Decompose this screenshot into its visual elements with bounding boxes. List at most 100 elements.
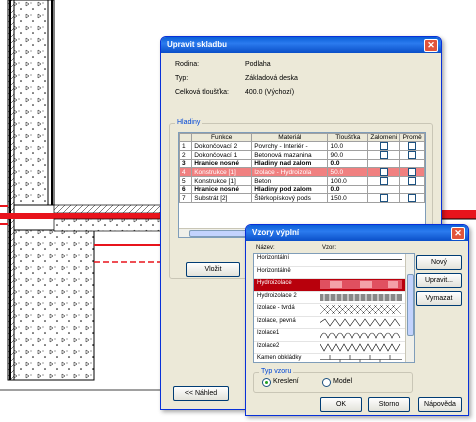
list-item[interactable]: Izolace1 bbox=[254, 329, 414, 342]
close-icon[interactable]: ✕ bbox=[451, 227, 465, 240]
cell-thickness[interactable]: 150.0 bbox=[327, 193, 369, 203]
dialog-titlebar[interactable]: Vzory výplní ✕ bbox=[246, 225, 468, 241]
pattern-name: Horizontálně bbox=[257, 267, 291, 274]
list-item[interactable]: Hydroizolace 2 bbox=[254, 292, 414, 304]
row-num: 3 bbox=[179, 159, 193, 168]
wrap-checkbox[interactable] bbox=[379, 142, 388, 150]
cell-thickness[interactable]: 0.0 bbox=[327, 185, 369, 194]
wrap-checkbox[interactable] bbox=[379, 168, 388, 176]
radio-drafting[interactable] bbox=[262, 378, 271, 387]
cell-function[interactable]: Hranice nosné bbox=[191, 159, 253, 168]
cell-function[interactable]: Konstrukce [1] bbox=[191, 167, 253, 177]
type-value: Základová deska bbox=[245, 75, 298, 82]
cell-wrapping[interactable] bbox=[367, 176, 401, 186]
cancel-button[interactable]: Storno bbox=[368, 397, 410, 412]
list-item[interactable]: Horizontální bbox=[254, 254, 414, 267]
col-header-thickness[interactable]: Tloušťka bbox=[327, 133, 369, 142]
cell-variable[interactable] bbox=[399, 167, 425, 177]
cell-wrapping[interactable] bbox=[367, 193, 401, 203]
pattern-name: Izolace, pevná bbox=[257, 317, 296, 324]
cell-function[interactable]: Dokončovací 1 bbox=[191, 150, 253, 160]
edit-pattern-button[interactable]: Upravit... bbox=[416, 273, 462, 288]
cell-function[interactable]: Hranice nosné bbox=[191, 185, 253, 194]
cell-material[interactable]: Izolace - Hydroizola bbox=[251, 167, 329, 177]
family-value: Podlaha bbox=[245, 61, 271, 68]
vertical-scrollbar[interactable] bbox=[405, 254, 414, 362]
table-row[interactable]: 2 Dokončovací 1 Betonová mazanina 90.0 bbox=[179, 150, 425, 160]
variable-checkbox[interactable] bbox=[408, 194, 417, 202]
wrap-checkbox[interactable] bbox=[379, 151, 388, 159]
cell-function[interactable]: Substrát [2] bbox=[191, 193, 253, 203]
cell-variable bbox=[399, 159, 425, 168]
cell-variable[interactable] bbox=[399, 193, 425, 203]
radio-model[interactable] bbox=[322, 378, 331, 387]
new-pattern-button[interactable]: Nový bbox=[416, 255, 462, 270]
close-icon[interactable]: ✕ bbox=[424, 39, 438, 52]
col-header-wrapping[interactable]: Zalomeni bbox=[367, 133, 401, 142]
variable-checkbox[interactable] bbox=[408, 151, 417, 159]
variable-checkbox[interactable] bbox=[408, 177, 417, 185]
table-row[interactable]: 3 Hranice nosné Hladiny nad zalom 0.0 bbox=[179, 159, 425, 168]
delete-pattern-button[interactable]: Vymazat bbox=[416, 291, 462, 306]
table-row[interactable]: 6 Hranice nosné Hladiny pod zalom 0.0 bbox=[179, 185, 425, 194]
row-num: 1 bbox=[179, 141, 193, 151]
col-header-num bbox=[179, 133, 193, 142]
cell-material[interactable]: Betonová mazanina bbox=[251, 150, 329, 160]
cell-thickness[interactable]: 100.0 bbox=[327, 176, 369, 186]
pattern-swatch-hydro2 bbox=[320, 293, 402, 301]
list-item[interactable]: Izolace, pevná bbox=[254, 317, 414, 329]
wrap-checkbox[interactable] bbox=[379, 194, 388, 202]
pattern-column-label: Vzor: bbox=[322, 245, 337, 251]
pattern-swatch-wave bbox=[320, 317, 401, 327]
cell-variable[interactable] bbox=[399, 150, 425, 160]
dialog-titlebar[interactable]: Upravit skladbu ✕ bbox=[161, 37, 441, 53]
slab-layer bbox=[53, 204, 165, 214]
cell-function[interactable]: Konstrukce [1] bbox=[191, 176, 253, 186]
table-row[interactable]: 1 Dokončovací 2 Povrchy - Interiér - 10.… bbox=[179, 141, 425, 151]
cell-material[interactable]: Hladiny pod zalom bbox=[251, 185, 329, 194]
type-label: Typ: bbox=[175, 75, 189, 82]
fill-patterns-dialog: Vzory výplní ✕ Název: Vzor: Horizontální… bbox=[245, 224, 469, 416]
help-button[interactable]: Nápověda bbox=[418, 397, 462, 412]
layers-table: Funkce Materiál Tloušťka Zalomeni Promě … bbox=[179, 133, 425, 203]
cell-material[interactable]: Povrchy - Interiér - bbox=[251, 141, 329, 151]
cell-material[interactable]: Hladiny nad zalom bbox=[251, 159, 329, 168]
pattern-swatch-stone bbox=[320, 355, 402, 362]
cell-wrapping[interactable] bbox=[367, 150, 401, 160]
ok-button[interactable]: OK bbox=[320, 397, 362, 412]
list-item-selected[interactable]: Hydroizolace bbox=[254, 279, 414, 292]
col-header-material[interactable]: Materiál bbox=[251, 133, 329, 142]
foundation bbox=[13, 229, 95, 381]
col-header-variable[interactable]: Promě bbox=[399, 133, 425, 142]
row-num: 4 bbox=[179, 167, 193, 177]
dialog-title: Upravit skladbu bbox=[167, 40, 228, 49]
wrap-checkbox[interactable] bbox=[379, 177, 388, 185]
cell-material[interactable]: Beton bbox=[251, 176, 329, 186]
cell-thickness[interactable]: 0.0 bbox=[327, 159, 369, 168]
cell-thickness[interactable]: 50.0 bbox=[327, 167, 369, 177]
cell-variable[interactable] bbox=[399, 176, 425, 186]
variable-checkbox[interactable] bbox=[408, 142, 417, 150]
preview-button[interactable]: << Náhled bbox=[173, 386, 229, 401]
list-item[interactable]: Horizontálně bbox=[254, 267, 414, 279]
cell-thickness[interactable]: 90.0 bbox=[327, 150, 369, 160]
table-row-selected[interactable]: 4 Konstrukce [1] Izolace - Hydroizola 50… bbox=[179, 167, 425, 177]
scroll-thumb[interactable] bbox=[407, 274, 414, 336]
cell-thickness[interactable]: 10.0 bbox=[327, 141, 369, 151]
insert-button[interactable]: Vložit bbox=[186, 262, 240, 277]
dialog-title: Vzory výplní bbox=[252, 228, 300, 237]
cell-wrapping[interactable] bbox=[367, 167, 401, 177]
col-header-function[interactable]: Funkce bbox=[191, 133, 253, 142]
variable-checkbox[interactable] bbox=[408, 168, 417, 176]
list-item[interactable]: Izolace2 bbox=[254, 342, 414, 354]
cell-wrapping[interactable] bbox=[367, 141, 401, 151]
cell-function[interactable]: Dokončovací 2 bbox=[191, 141, 253, 151]
cell-material[interactable]: Štěrkopískový pods bbox=[251, 193, 329, 203]
table-row[interactable]: 5 Konstrukce [1] Beton 100.0 bbox=[179, 176, 425, 186]
list-item[interactable]: Kamen obkládky bbox=[254, 354, 414, 362]
pattern-list[interactable]: Horizontální Horizontálně Hydroizolace H… bbox=[253, 253, 415, 363]
list-item[interactable]: Izolace - tvrdá bbox=[254, 304, 414, 317]
pattern-name: Hydroizolace 2 bbox=[257, 292, 297, 299]
table-row[interactable]: 7 Substrát [2] Štěrkopískový pods 150.0 bbox=[179, 193, 425, 203]
cell-variable[interactable] bbox=[399, 141, 425, 151]
